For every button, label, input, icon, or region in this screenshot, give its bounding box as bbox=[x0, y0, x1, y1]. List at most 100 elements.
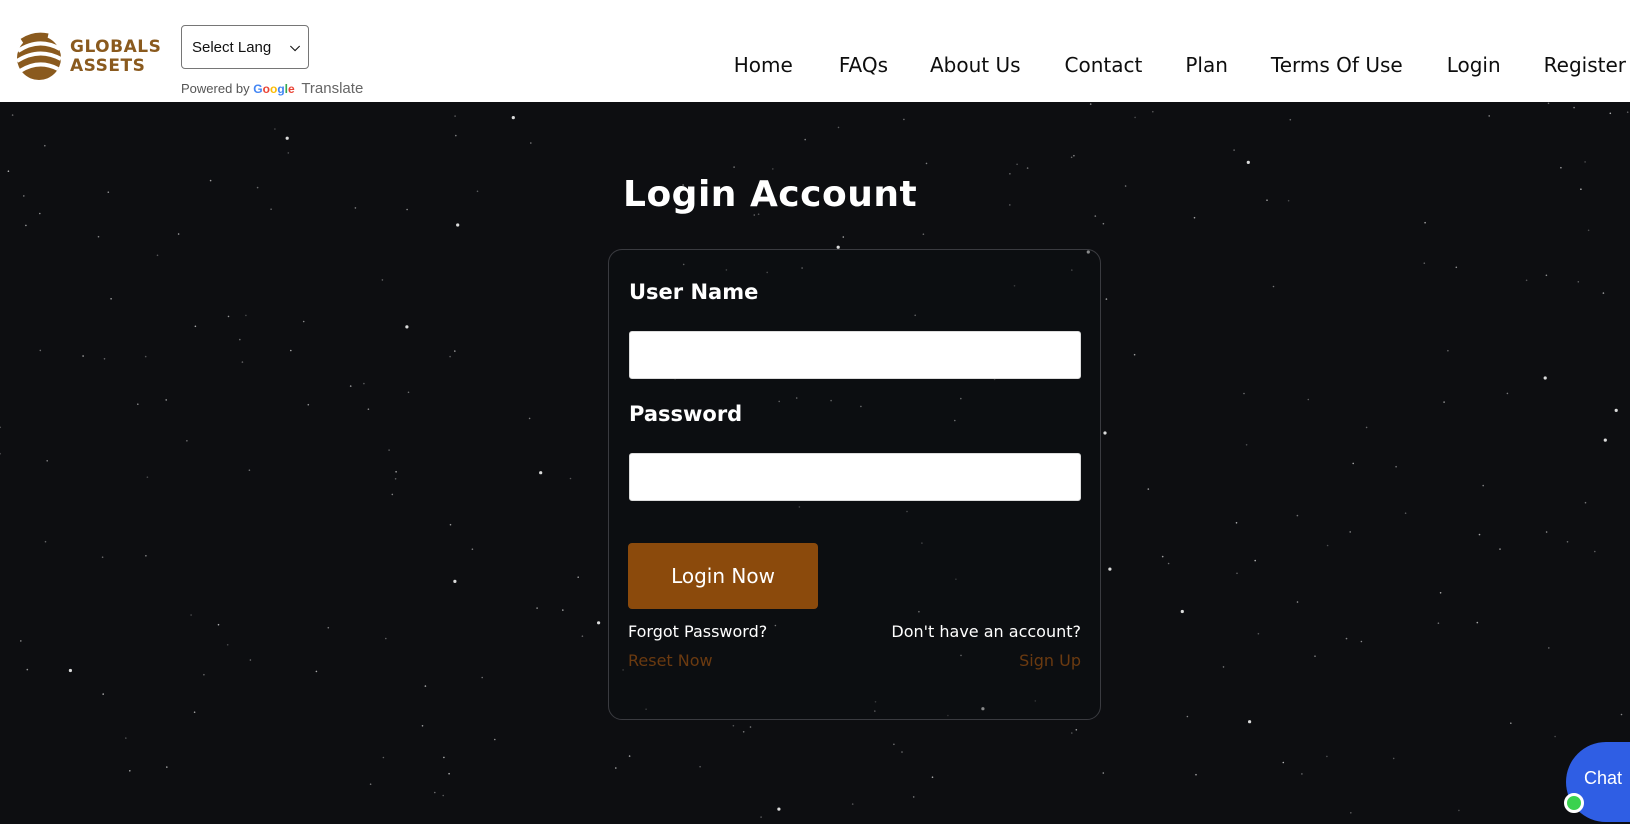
star bbox=[1326, 544, 1329, 547]
nav-register[interactable]: Register bbox=[1544, 53, 1626, 77]
star bbox=[82, 355, 84, 357]
star bbox=[290, 349, 292, 352]
chevron-down-icon: ⌵ bbox=[290, 39, 300, 54]
star bbox=[597, 621, 601, 625]
star bbox=[241, 361, 244, 363]
star bbox=[454, 115, 456, 117]
star bbox=[388, 449, 390, 451]
nav-home[interactable]: Home bbox=[734, 53, 793, 77]
star bbox=[1152, 110, 1154, 113]
star bbox=[1105, 298, 1108, 300]
star bbox=[1289, 118, 1292, 121]
star bbox=[407, 391, 410, 394]
star bbox=[449, 523, 452, 526]
star bbox=[186, 440, 188, 442]
star bbox=[165, 399, 167, 401]
star bbox=[0, 426, 1, 429]
star bbox=[851, 803, 854, 805]
star bbox=[1554, 735, 1556, 738]
nav-contact[interactable]: Contact bbox=[1065, 53, 1143, 77]
star bbox=[1180, 609, 1184, 614]
brand-name-line2: ASSETS bbox=[70, 56, 146, 76]
star bbox=[1186, 715, 1189, 718]
star bbox=[1594, 550, 1596, 553]
star bbox=[471, 548, 474, 550]
star bbox=[1070, 156, 1073, 159]
star bbox=[931, 776, 934, 778]
sign-up-link[interactable]: Sign Up bbox=[1019, 651, 1081, 670]
star bbox=[1547, 102, 1550, 105]
brand-name-line1: GLOBALS bbox=[70, 37, 162, 57]
nav-plan[interactable]: Plan bbox=[1185, 53, 1228, 77]
star bbox=[1482, 484, 1484, 487]
star bbox=[46, 460, 48, 462]
star bbox=[1272, 285, 1275, 288]
star bbox=[1566, 541, 1569, 543]
star bbox=[1395, 465, 1397, 468]
password-input[interactable] bbox=[629, 453, 1081, 501]
star bbox=[901, 751, 903, 753]
password-label: Password bbox=[629, 402, 743, 426]
star bbox=[442, 794, 445, 797]
star bbox=[742, 731, 745, 733]
star bbox=[1423, 262, 1426, 264]
star bbox=[363, 382, 365, 385]
login-now-button[interactable]: Login Now bbox=[628, 543, 818, 609]
star bbox=[245, 314, 247, 317]
page-title: Login Account bbox=[623, 174, 918, 215]
no-account-text: Don't have an account? bbox=[891, 622, 1081, 641]
star bbox=[270, 208, 272, 210]
star bbox=[1108, 567, 1112, 571]
username-input[interactable] bbox=[629, 331, 1081, 379]
main-nav: Home FAQs About Us Contact Plan Terms Of… bbox=[734, 49, 1630, 81]
star bbox=[449, 355, 451, 358]
star bbox=[1326, 755, 1328, 758]
star bbox=[1102, 222, 1105, 225]
star bbox=[349, 385, 352, 387]
brand-logo[interactable]: GLOBALS ASSETS bbox=[14, 28, 164, 86]
star bbox=[39, 212, 41, 215]
star bbox=[749, 726, 752, 728]
translate-text: Translate bbox=[301, 80, 364, 97]
star bbox=[424, 685, 427, 687]
star bbox=[530, 142, 532, 144]
language-select[interactable]: Select Lang ⌵ bbox=[181, 25, 309, 69]
star bbox=[166, 766, 168, 768]
star bbox=[1443, 401, 1445, 403]
star bbox=[476, 190, 479, 193]
username-label: User Name bbox=[629, 280, 759, 304]
star bbox=[302, 320, 305, 323]
star bbox=[448, 772, 450, 775]
star bbox=[23, 195, 25, 197]
star bbox=[1016, 163, 1018, 166]
star bbox=[156, 254, 159, 257]
star bbox=[1349, 531, 1351, 533]
star bbox=[1614, 408, 1618, 412]
star bbox=[1573, 106, 1575, 109]
login-form-card: User Name Password Login Now Forgot Pass… bbox=[608, 249, 1101, 720]
brand-name: GLOBALS ASSETS bbox=[70, 38, 161, 76]
nav-terms-of-use[interactable]: Terms Of Use bbox=[1271, 53, 1403, 77]
star bbox=[1287, 199, 1290, 202]
star bbox=[1602, 292, 1605, 294]
reset-now-link[interactable]: Reset Now bbox=[628, 651, 713, 670]
star bbox=[456, 223, 460, 227]
star bbox=[97, 235, 100, 238]
star bbox=[837, 126, 840, 129]
chat-label: Chat bbox=[1584, 768, 1623, 788]
star bbox=[733, 166, 735, 168]
google-wordmark[interactable]: Google bbox=[253, 82, 294, 96]
star bbox=[577, 576, 579, 578]
star bbox=[367, 408, 370, 411]
nav-faqs[interactable]: FAQs bbox=[839, 53, 888, 77]
star bbox=[7, 170, 10, 172]
star bbox=[25, 224, 27, 227]
star bbox=[1499, 548, 1501, 550]
star bbox=[1075, 729, 1078, 731]
star bbox=[539, 471, 543, 475]
star bbox=[1235, 522, 1238, 524]
nav-about-us[interactable]: About Us bbox=[930, 53, 1021, 77]
online-status-dot bbox=[1564, 793, 1584, 813]
star bbox=[44, 144, 46, 147]
nav-login[interactable]: Login bbox=[1447, 53, 1501, 77]
